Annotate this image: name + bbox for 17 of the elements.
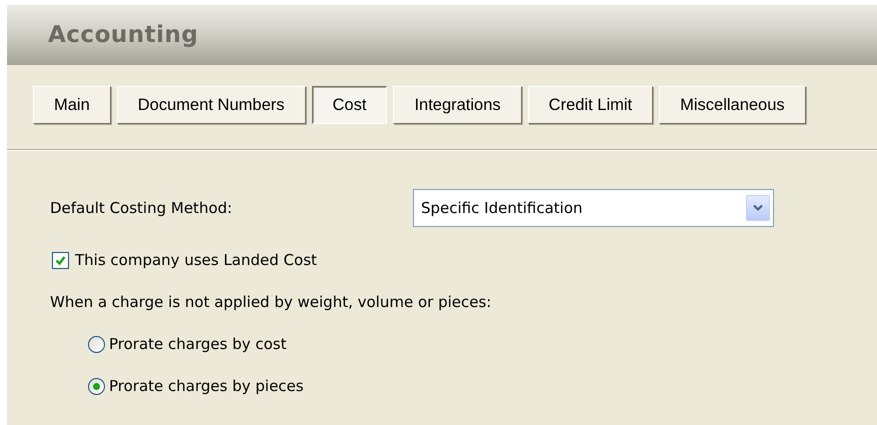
instruction-text: When a charge is not applied by weight, volume or pieces: [50, 293, 492, 311]
tab[interactable]: Main [33, 86, 111, 124]
costing-method-dropdown[interactable]: Specific Identification [413, 189, 774, 227]
radio-label[interactable]: Prorate charges by pieces [109, 377, 304, 395]
page-title: Accounting [48, 22, 198, 48]
field-label: Default Costing Method: [50, 199, 234, 217]
tab[interactable]: Integrations [393, 86, 522, 124]
tab[interactable]: Credit Limit [528, 86, 654, 124]
tab[interactable]: Document Numbers [116, 86, 306, 124]
radio-button[interactable] [88, 336, 105, 352]
checkmark-icon [55, 254, 66, 266]
radio-label[interactable]: Prorate charges by cost [109, 335, 287, 353]
checkbox-label[interactable]: This company uses Landed Cost [75, 251, 317, 269]
tab[interactable]: Cost [312, 86, 388, 124]
tab[interactable]: Miscellaneous [659, 86, 806, 124]
radio-button[interactable] [88, 378, 105, 394]
checkbox[interactable] [52, 252, 69, 268]
